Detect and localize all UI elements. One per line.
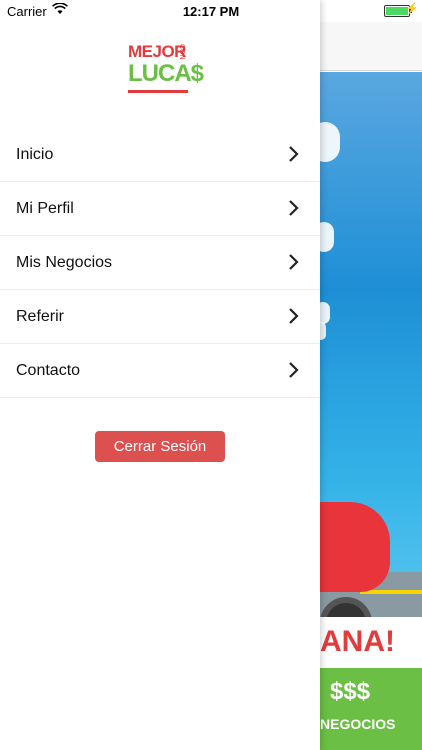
footer-label: NEGOCIOS [320, 716, 396, 732]
car-illustration [320, 502, 390, 592]
menu-item-label: Mis Negocios [16, 254, 113, 271]
chevron-right-icon [289, 146, 299, 162]
menu-item-mis-negocios[interactable]: Mis Negocios [0, 236, 320, 290]
background-banner-image [320, 72, 422, 617]
menu-item-label: Contacto [16, 362, 81, 379]
money-icon: $$$ [330, 678, 371, 705]
menu-item-referir[interactable]: Referir [0, 290, 320, 344]
side-menu-drawer: MEJOR CON LUCA$ Inicio Mi Perfil Mis Neg… [0, 0, 320, 750]
background-app[interactable]: ANA! $$$ NEGOCIOS [320, 0, 422, 750]
background-nav-bar [320, 22, 422, 71]
menu-item-label: Inicio [16, 146, 54, 163]
menu-item-label: Referir [16, 308, 65, 325]
brand-logo: MEJOR CON LUCA$ [128, 42, 204, 98]
chevron-right-icon [289, 362, 299, 378]
menu-item-inicio[interactable]: Inicio [0, 128, 320, 182]
background-slogan: ANA! [320, 617, 422, 667]
clock: 12:17 PM [182, 4, 240, 19]
chevron-right-icon [289, 254, 299, 270]
status-bar: Carrier 12:17 PM ⚡ [0, 0, 422, 22]
menu-item-label: Mi Perfil [16, 200, 74, 217]
menu-list: Inicio Mi Perfil Mis Negocios Referir Co… [0, 128, 320, 398]
logo-line-2: LUCA$ [128, 60, 204, 87]
charging-icon: ⚡ [405, 3, 419, 15]
background-footer[interactable]: $$$ NEGOCIOS [320, 668, 422, 750]
chevron-right-icon [289, 308, 299, 324]
chevron-right-icon [289, 200, 299, 216]
logo-underline [128, 90, 188, 93]
logo-con: CON [178, 44, 185, 60]
logout-button[interactable]: Cerrar Sesión [95, 431, 225, 462]
menu-item-contacto[interactable]: Contacto [0, 344, 320, 398]
menu-item-mi-perfil[interactable]: Mi Perfil [0, 182, 320, 236]
